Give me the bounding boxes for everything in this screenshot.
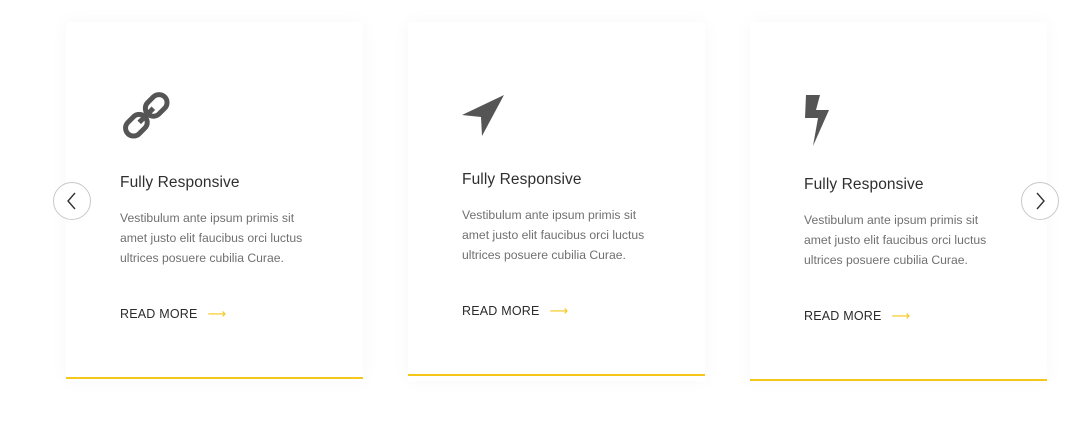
card-description: Vestibulum ante ipsum primis sit amet ju… bbox=[120, 211, 303, 265]
card-title: Fully Responsive bbox=[462, 171, 582, 188]
lightning-bolt-icon bbox=[803, 90, 859, 146]
feature-card: Fully Responsive Vestibulum ante ipsum p… bbox=[66, 22, 363, 381]
read-more-link[interactable]: READ MORE ⟶ bbox=[462, 303, 568, 319]
chevron-right-icon bbox=[1034, 191, 1046, 211]
card-description: Vestibulum ante ipsum primis sit amet ju… bbox=[462, 208, 645, 262]
card-title: Fully Responsive bbox=[804, 176, 924, 193]
read-more-link[interactable]: READ MORE ⟶ bbox=[120, 306, 226, 322]
card-title: Fully Responsive bbox=[120, 174, 240, 191]
read-more-label: READ MORE bbox=[804, 309, 882, 323]
carousel-prev-button[interactable] bbox=[53, 182, 91, 220]
read-more-label: READ MORE bbox=[120, 307, 198, 321]
arrow-right-icon: ⟶ bbox=[549, 303, 569, 318]
features-carousel: Fully Responsive Vestibulum ante ipsum p… bbox=[0, 0, 1090, 422]
card-description: Vestibulum ante ipsum primis sit amet ju… bbox=[804, 213, 987, 267]
read-more-label: READ MORE bbox=[462, 304, 540, 318]
arrow-right-icon: ⟶ bbox=[891, 308, 911, 323]
chevron-left-icon bbox=[66, 191, 78, 211]
link-icon bbox=[119, 88, 175, 144]
read-more-link[interactable]: READ MORE ⟶ bbox=[804, 308, 910, 324]
carousel-next-button[interactable] bbox=[1021, 182, 1059, 220]
arrow-right-icon: ⟶ bbox=[207, 306, 227, 321]
feature-card: Fully Responsive Vestibulum ante ipsum p… bbox=[408, 22, 705, 381]
feature-card: Fully Responsive Vestibulum ante ipsum p… bbox=[750, 22, 1047, 381]
location-arrow-icon bbox=[461, 90, 517, 146]
